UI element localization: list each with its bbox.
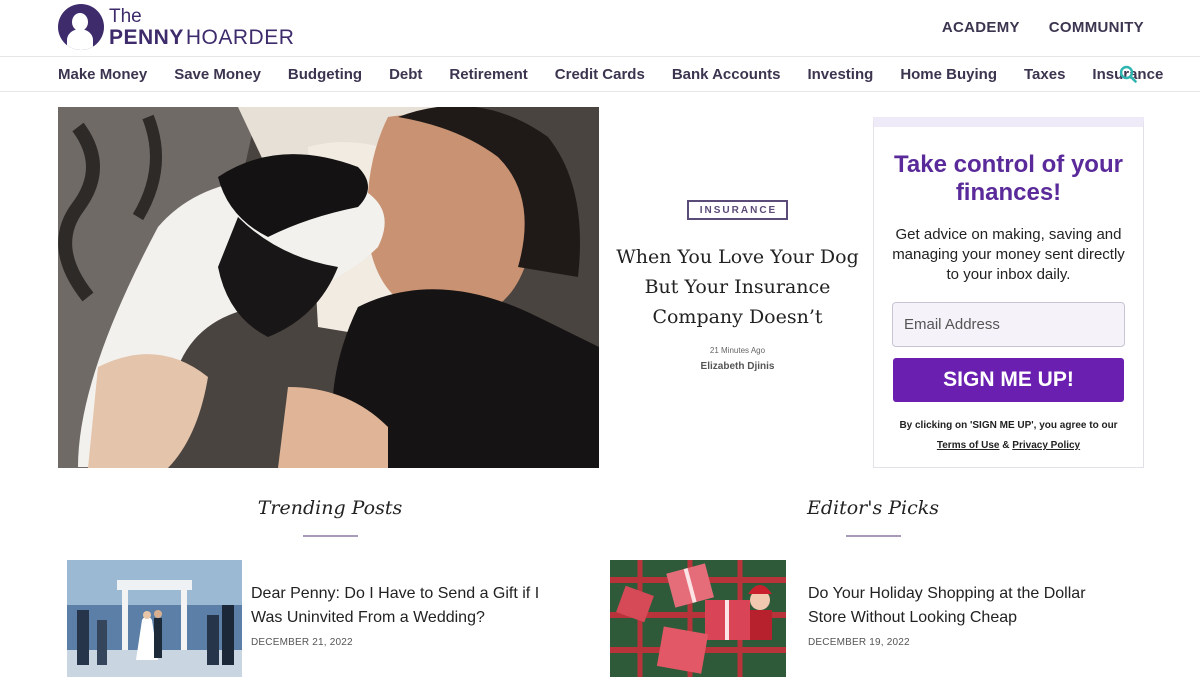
woman-with-dog-photo [58, 107, 599, 468]
sign-me-up-button[interactable]: SIGN ME UP! [893, 358, 1124, 402]
trending-post[interactable]: Dear Penny: Do I Have to Send a Gift if … [67, 560, 551, 677]
nav-item-retirement[interactable]: Retirement [449, 66, 527, 83]
terms-of-use-link[interactable]: Terms of Use [937, 440, 1000, 451]
logo-hoarder: HOARDER [185, 25, 295, 49]
nav-item-debt[interactable]: Debt [389, 66, 422, 83]
nav-item-taxes[interactable]: Taxes [1024, 66, 1065, 83]
community-link[interactable]: COMMUNITY [1049, 19, 1144, 36]
email-field[interactable] [892, 302, 1125, 347]
post-title[interactable]: Do Your Holiday Shopping at the Dollar S… [808, 582, 1128, 630]
legal-text: By clicking on 'SIGN ME UP', you agree t… [899, 420, 1118, 431]
hero-title[interactable]: When You Love Your Dog But Your Insuranc… [610, 242, 865, 332]
hero-article: INSURANCE When You Love Your Dog But You… [610, 200, 865, 372]
site-logo[interactable]: The PENNYHOARDER [58, 4, 294, 50]
post-date: DECEMBER 19, 2022 [808, 637, 910, 648]
wedding-photo [67, 560, 242, 677]
logo-the: The [109, 5, 142, 27]
nav-item-save-money[interactable]: Save Money [174, 66, 261, 83]
editors-picks-heading: Editor's Picks [806, 497, 940, 519]
hero-image[interactable] [58, 107, 599, 468]
category-nav: Make Money Save Money Budgeting Debt Ret… [0, 56, 1200, 92]
newsletter-signup: Take control of your finances! Get advic… [873, 117, 1144, 468]
hero-timestamp: 21 Minutes Ago [709, 346, 766, 355]
academy-link[interactable]: ACADEMY [942, 19, 1020, 36]
nav-item-home-buying[interactable]: Home Buying [900, 66, 997, 83]
nav-item-bank-accounts[interactable]: Bank Accounts [672, 66, 781, 83]
editors-picks-divider [846, 535, 901, 537]
post-title[interactable]: Dear Penny: Do I Have to Send a Gift if … [251, 582, 551, 630]
post-date: DECEMBER 21, 2022 [251, 637, 353, 648]
penny-silhouette-icon [58, 4, 104, 50]
legal-ampersand: & [1002, 440, 1010, 451]
privacy-policy-link[interactable]: Privacy Policy [1012, 440, 1080, 451]
signup-legal: By clicking on 'SIGN ME UP', you agree t… [874, 416, 1143, 456]
trending-divider [303, 535, 358, 537]
search-icon[interactable] [1119, 65, 1137, 83]
gifts-thumbnail[interactable] [610, 560, 786, 677]
hero-author[interactable]: Elizabeth Djinis [610, 361, 865, 372]
nav-item-make-money[interactable]: Make Money [58, 66, 147, 83]
signup-title: Take control of your finances! [894, 151, 1123, 206]
site-header: The PENNYHOARDER ACADEMY COMMUNITY [0, 0, 1200, 56]
holiday-gifts-photo [610, 560, 786, 677]
category-badge[interactable]: INSURANCE [686, 200, 789, 220]
signup-description: Get advice on making, saving and managin… [892, 226, 1125, 283]
logo-wordmark: The PENNYHOARDER [109, 7, 294, 48]
nav-item-budgeting[interactable]: Budgeting [288, 66, 362, 83]
top-links: ACADEMY COMMUNITY [942, 19, 1144, 36]
nav-item-investing[interactable]: Investing [807, 66, 873, 83]
trending-heading: Trending Posts [257, 497, 403, 519]
logo-penny: PENNY [109, 25, 184, 49]
nav-item-credit-cards[interactable]: Credit Cards [555, 66, 645, 83]
editors-post[interactable]: Do Your Holiday Shopping at the Dollar S… [610, 560, 1128, 677]
wedding-thumbnail[interactable] [67, 560, 242, 677]
